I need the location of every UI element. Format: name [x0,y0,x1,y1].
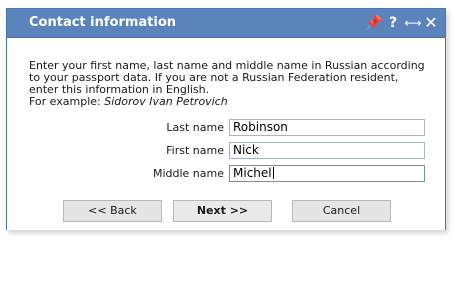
middle-name-field[interactable]: Michel [229,165,425,182]
first-name-field[interactable]: Nick [229,142,425,159]
middle-name-label: Middle name [152,167,224,180]
next-button[interactable]: Next >> [173,200,272,222]
last-name-label: Last name [166,121,224,134]
close-icon[interactable]: ✕ [423,13,439,33]
middle-name-value: Michel [233,166,272,180]
pin-icon[interactable]: 📌 [365,13,382,33]
dialog-titlebar: Contact information 📌 ? ⟷ ✕ [7,9,445,38]
example-line: For example: Sidorov Ivan Petrovich [29,96,429,108]
example-label: For example: [29,95,105,108]
back-button[interactable]: << Back [63,200,162,222]
expand-icon[interactable]: ⟷ [403,13,423,33]
example-value: Sidorov Ivan Petrovich [104,95,228,108]
text-caret [272,167,274,179]
instructions-text: Enter your first name, last name and mid… [29,59,425,96]
instructions: Enter your first name, last name and mid… [29,60,429,108]
first-name-label: First name [166,144,224,157]
dialog-title: Contact information [29,15,177,30]
last-name-field[interactable]: Robinson [229,119,425,136]
cancel-button[interactable]: Cancel [292,200,391,222]
contact-information-dialog: Contact information 📌 ? ⟷ ✕ Enter your f… [6,8,446,230]
help-icon[interactable]: ? [387,13,399,33]
